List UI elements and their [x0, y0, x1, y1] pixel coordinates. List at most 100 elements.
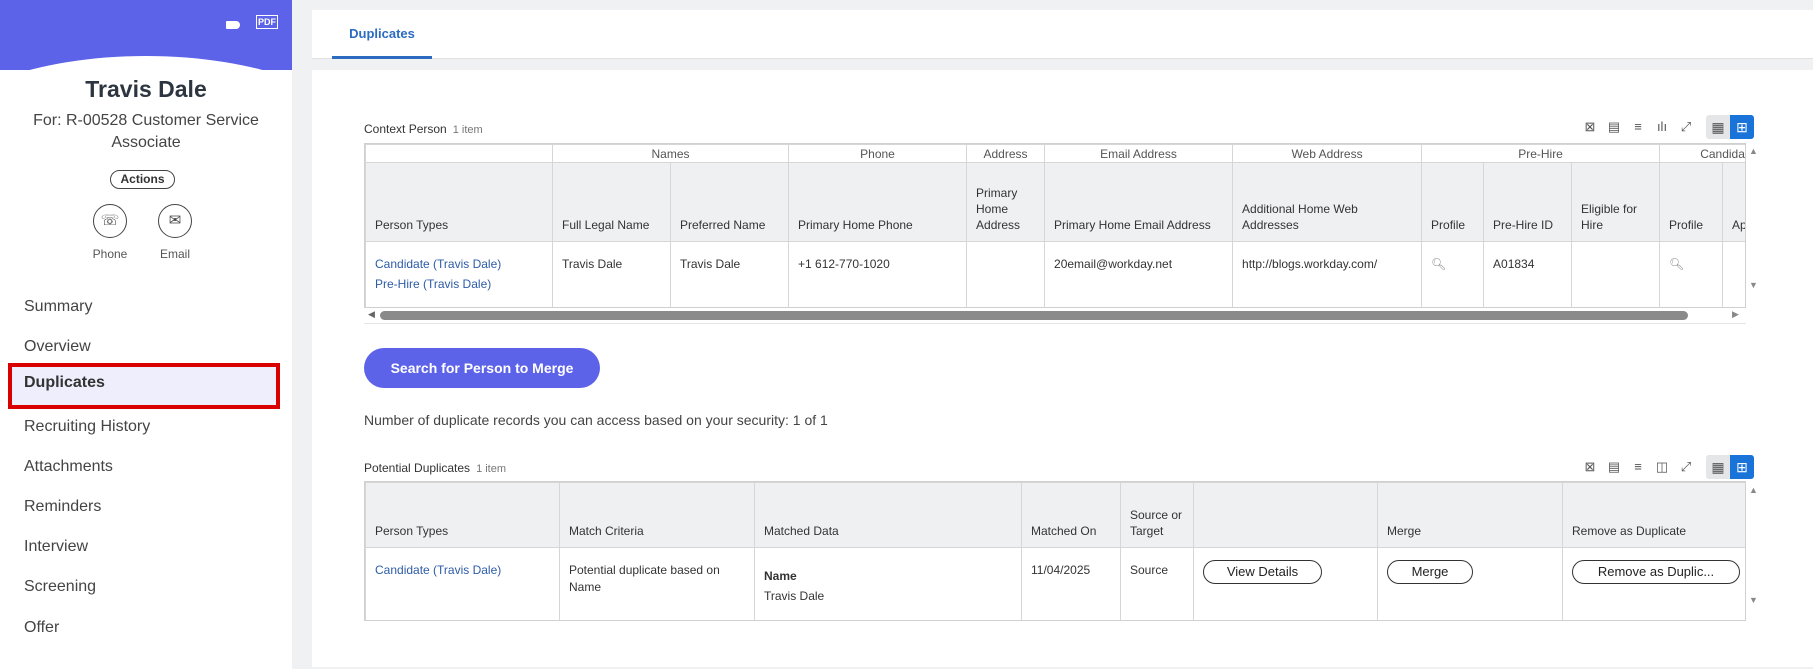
export-pdf-icon[interactable]: ▤: [1606, 119, 1622, 135]
matched-on: 11/04/2025: [1021, 547, 1121, 620]
grid-view-icon[interactable]: ⊞: [1730, 115, 1754, 139]
view-details-button[interactable]: View Details: [1203, 560, 1322, 584]
group-address: Address: [966, 144, 1046, 163]
context-person-heading: Context Person 1 item: [364, 122, 483, 136]
duplicates-vertical-scrollbar[interactable]: ▲ ▼: [1746, 481, 1761, 620]
email-value: 20email@workday.net: [1044, 241, 1234, 307]
search-for-person-to-merge-button[interactable]: Search for Person to Merge: [364, 348, 600, 388]
col-preferred-name: Preferred Name: [669, 162, 790, 242]
scroll-thumb[interactable]: [380, 311, 1688, 320]
fullscreen-icon[interactable]: ⤢: [1678, 119, 1694, 135]
grid-view-icon[interactable]: ⊞: [1730, 455, 1754, 479]
nav-duplicates[interactable]: Duplicates: [8, 363, 280, 409]
context-table-toolbar: ⊠ ▤ ≡ ılı ⤢ ▦ ⊞: [1582, 115, 1754, 139]
group-email: Email Address: [1044, 144, 1234, 163]
phone-icon[interactable]: ☏: [93, 204, 127, 238]
person-subtitle: For: R-00528 Customer Service Associate: [33, 112, 259, 151]
scroll-left-icon[interactable]: ◀: [368, 309, 375, 320]
col-matched-on: Matched On: [1021, 482, 1121, 548]
group-phone: Phone: [788, 144, 968, 163]
eligible-value: [1571, 241, 1661, 307]
sidebar: PDF Travis Dale For: R-00528 Customer Se…: [0, 0, 292, 669]
address-value: [966, 241, 1046, 307]
col-primary-home-phone: Primary Home Phone: [788, 162, 968, 242]
col-candidate-profile: Profile: [1659, 162, 1724, 242]
prehire-id: A01834: [1483, 241, 1573, 307]
nav-interview[interactable]: Interview: [24, 535, 88, 559]
matched-data-value: Travis Dale: [764, 589, 825, 603]
context-horizontal-scrollbar[interactable]: ◀ ▶: [364, 307, 1746, 324]
chart-icon[interactable]: ılı: [1654, 119, 1670, 135]
phone-value: +1 612-770-1020: [788, 241, 968, 307]
group-prehire: Pre-Hire: [1421, 144, 1661, 163]
col-additional-web: Additional Home Web Addresses: [1232, 162, 1423, 242]
tab-duplicates[interactable]: Duplicates: [332, 10, 432, 59]
phone-label: Phone: [92, 247, 128, 261]
person-name: Travis Dale: [85, 76, 207, 102]
candidate-link[interactable]: Candidate (Travis Dale): [375, 560, 550, 580]
preferred-name: Travis Dale: [669, 241, 790, 307]
group-candidate: Candida: [1659, 144, 1745, 163]
table-view-icon[interactable]: ▦: [1706, 455, 1730, 479]
columns-icon[interactable]: ◫: [1654, 459, 1670, 475]
nav-summary[interactable]: Summary: [24, 295, 92, 319]
nav-overview[interactable]: Overview: [24, 335, 91, 359]
export-pdf-icon[interactable]: ▤: [1606, 459, 1622, 475]
export-excel-icon[interactable]: ⊠: [1582, 119, 1598, 135]
email-label: Email: [159, 247, 190, 261]
col-eligible-for-hire: Eligible for Hire: [1571, 162, 1661, 242]
prehire-link[interactable]: Pre-Hire (Travis Dale): [375, 274, 543, 294]
potential-duplicates-heading: Potential Duplicates 1 item: [364, 461, 507, 475]
source-or-target: Source: [1120, 547, 1194, 620]
actions-button[interactable]: Actions: [110, 170, 175, 189]
table-view-icon[interactable]: ▦: [1706, 115, 1730, 139]
nav-recruiting-history[interactable]: Recruiting History: [24, 415, 150, 439]
context-person-table: Names Phone Address Email Address Web Ad…: [364, 143, 1746, 308]
col-person-types: Person Types: [365, 162, 553, 242]
table-row: Candidate (Travis Dale) Potential duplic…: [365, 547, 1745, 620]
filter-icon[interactable]: ≡: [1630, 459, 1646, 475]
nav-reminders[interactable]: Reminders: [24, 495, 101, 519]
full-legal-name: Travis Dale: [552, 241, 671, 307]
export-excel-icon[interactable]: ⊠: [1582, 459, 1598, 475]
profile-banner: PDF: [0, 0, 292, 70]
matched-data-label: Name: [764, 569, 797, 583]
nav-offer[interactable]: Offer: [24, 616, 59, 640]
nav-screening[interactable]: Screening: [24, 575, 96, 599]
col-full-legal-name: Full Legal Name: [552, 162, 671, 242]
col-view-details: [1193, 482, 1378, 548]
nav-duplicates-label: Duplicates: [24, 374, 105, 391]
candidate-profile-search-icon[interactable]: 🔍︎: [1669, 257, 1684, 271]
candidate-link[interactable]: Candidate (Travis Dale): [375, 254, 543, 274]
tab-bar: Duplicates: [312, 10, 1813, 59]
duplicates-table-toolbar: ⊠ ▤ ≡ ◫ ⤢ ▦ ⊞: [1582, 455, 1754, 479]
fullscreen-icon[interactable]: ⤢: [1678, 459, 1694, 475]
group-names: Names: [551, 144, 790, 163]
prehire-profile-search-icon[interactable]: 🔍︎: [1431, 257, 1446, 271]
email-icon[interactable]: ✉: [158, 204, 192, 238]
filter-icon[interactable]: ≡: [1630, 119, 1646, 135]
col-matched-data: Matched Data: [754, 482, 1022, 548]
col-primary-home-address: Primary Home Address: [966, 162, 1046, 242]
col-primary-home-email: Primary Home Email Address: [1044, 162, 1234, 242]
tag-icon[interactable]: [226, 21, 240, 29]
context-vertical-scrollbar[interactable]: ▲ ▼: [1746, 143, 1761, 307]
col-prehire-id: Pre-Hire ID: [1483, 162, 1573, 242]
col-person-types: Person Types: [365, 482, 560, 548]
security-text: Number of duplicate records you can acce…: [364, 412, 828, 428]
scroll-right-icon[interactable]: ▶: [1732, 309, 1739, 320]
remove-as-duplicate-button[interactable]: Remove as Duplic...: [1572, 560, 1740, 584]
nav-attachments[interactable]: Attachments: [24, 455, 113, 479]
col-prehire-profile: Profile: [1421, 162, 1485, 242]
col-source-or-target: Source or Target: [1120, 482, 1194, 548]
group-web: Web Address: [1232, 144, 1423, 163]
potential-duplicates-table: Person Types Match Criteria Matched Data…: [364, 481, 1746, 621]
col-match-criteria: Match Criteria: [559, 482, 755, 548]
col-remove: Remove as Duplicate: [1562, 482, 1745, 548]
col-merge: Merge: [1377, 482, 1563, 548]
web-value: http://blogs.workday.com/: [1232, 241, 1423, 307]
pdf-icon[interactable]: PDF: [256, 15, 278, 29]
merge-button[interactable]: Merge: [1387, 560, 1473, 584]
match-criteria: Potential duplicate based on Name: [559, 547, 755, 620]
table-row: Candidate (Travis Dale) Pre-Hire (Travis …: [365, 241, 1745, 307]
